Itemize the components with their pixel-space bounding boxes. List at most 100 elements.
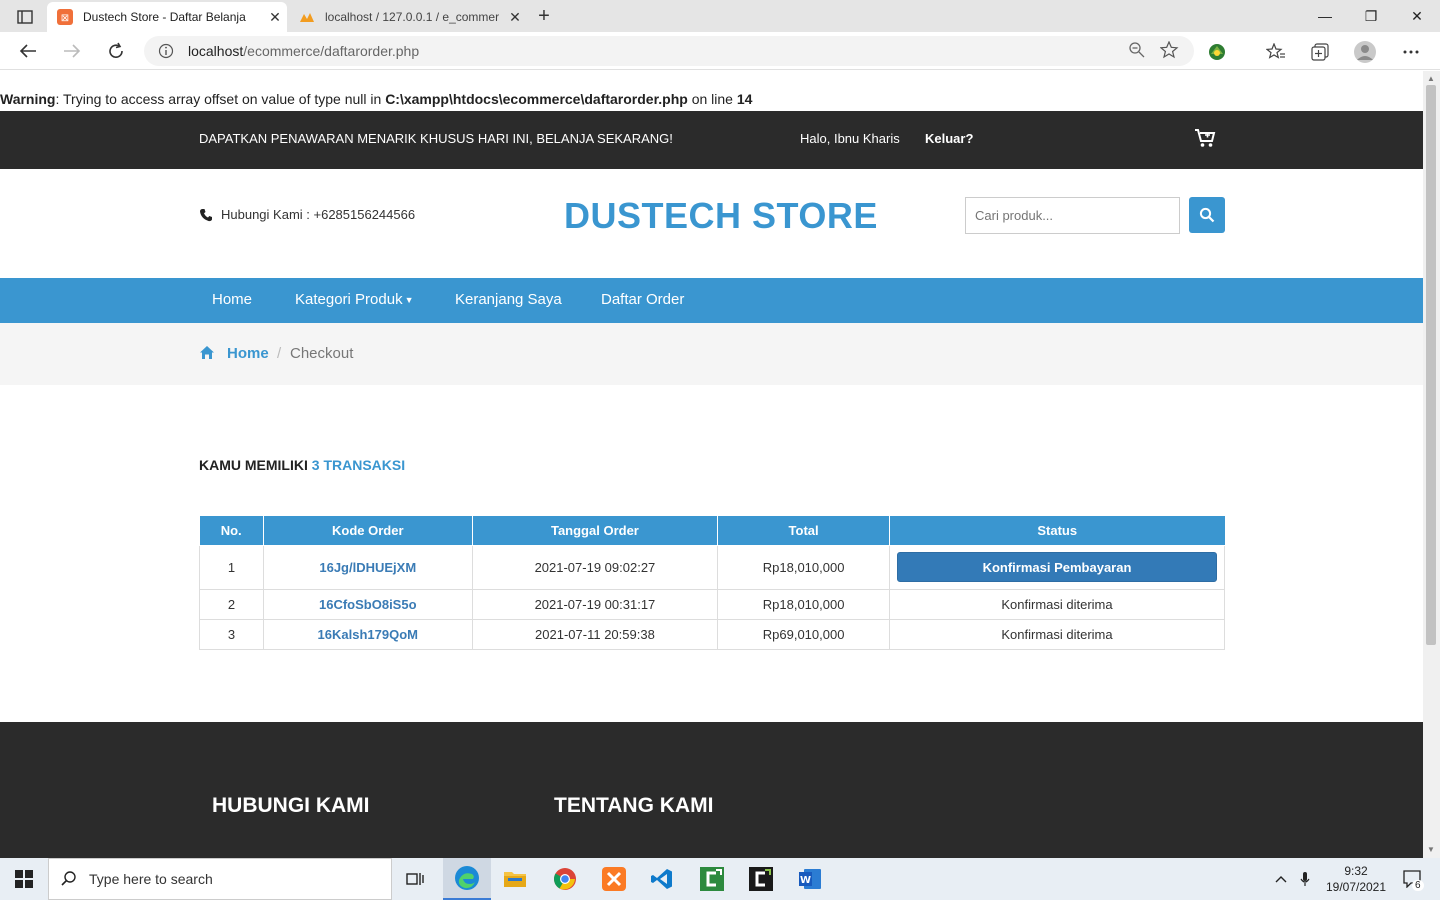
taskbar-chrome[interactable] — [541, 858, 589, 900]
add-favorite-icon[interactable] — [1159, 39, 1180, 62]
tab-close-icon[interactable]: ✕ — [263, 9, 287, 26]
back-button[interactable] — [14, 38, 42, 64]
tab-phpmyadmin[interactable]: localhost / 127.0.0.1 / e_commer ✕ — [289, 2, 527, 32]
url-host: localhost — [188, 43, 244, 59]
taskbar-edge[interactable] — [443, 858, 491, 900]
site-info-icon[interactable] — [144, 43, 188, 59]
refresh-button[interactable] — [102, 38, 130, 64]
tab-actions-button[interactable] — [10, 6, 40, 28]
task-view-icon — [406, 873, 424, 885]
tray-overflow-icon[interactable] — [1270, 858, 1292, 900]
word-icon: W — [799, 869, 821, 889]
order-code-link[interactable]: 16Jg/lDHUEjXM — [262, 544, 473, 590]
col-kode-order: Kode Order — [262, 516, 473, 546]
warning-line: 14 — [736, 91, 753, 107]
breadcrumb-home-link[interactable]: Home — [227, 345, 269, 362]
notification-count: 6 — [1412, 880, 1424, 891]
warning-file: C:\xampp\htdocs\ecommerce\daftarorder.ph… — [385, 91, 688, 107]
top-header: DAPATKAN PENAWARAN MENARIK KHUSUS HARI I… — [0, 111, 1423, 169]
search-icon — [49, 870, 89, 888]
order-total: Rp69,010,000 — [717, 618, 890, 650]
taskbar-xampp[interactable] — [590, 858, 638, 900]
nav-home[interactable]: Home — [212, 291, 252, 308]
windows-taskbar: Type here to search W 9:32 19/07/2021 6 — [0, 858, 1440, 900]
scrollbar-thumb[interactable] — [1426, 85, 1436, 645]
microphone-icon[interactable] — [1294, 858, 1316, 900]
taskbar-file-explorer[interactable] — [491, 858, 539, 900]
col-status: Status — [889, 516, 1225, 546]
nav-keranjang-saya[interactable]: Keranjang Saya — [455, 291, 562, 308]
confirm-payment-button[interactable]: Konfirmasi Pembayaran — [897, 552, 1217, 582]
close-window-button[interactable]: ✕ — [1394, 0, 1440, 32]
taskbar-vscode[interactable] — [638, 858, 686, 900]
taskbar-camtasia[interactable] — [688, 858, 736, 900]
taskbar-search-box[interactable]: Type here to search — [48, 858, 392, 900]
tab-close-icon[interactable]: ✕ — [503, 9, 527, 26]
tab-actions-icon — [17, 10, 33, 24]
url-path: /ecommerce/daftarorder.php — [243, 43, 420, 59]
col-tanggal-order: Tanggal Order — [471, 516, 719, 546]
extension-icon[interactable] — [1205, 40, 1229, 64]
minimize-button[interactable]: — — [1302, 0, 1348, 32]
summary-prefix: KAMU MEMILIKI — [199, 457, 312, 473]
cart-icon[interactable] — [1194, 128, 1216, 151]
main-nav: Home Kategori Produk ▼ Keranjang Saya Daf… — [0, 278, 1423, 323]
taskbar-camtasia-recorder[interactable] — [737, 858, 785, 900]
table-row: 3 16Kalsh179QoM 2021-07-11 20:59:38 Rp69… — [199, 618, 1225, 650]
camtasia-icon — [700, 867, 724, 891]
order-code-link[interactable]: 16CfoSbO8iS5o — [262, 588, 473, 620]
tab-dustech-store[interactable]: ⊠ Dustech Store - Daftar Belanja ✕ — [47, 2, 287, 32]
notification-center-button[interactable]: 6 — [1398, 858, 1428, 900]
order-date: 2021-07-19 00:31:17 — [471, 588, 719, 620]
start-button[interactable] — [0, 858, 48, 900]
url-field[interactable]: localhost/ecommerce/daftarorder.php — [144, 36, 1194, 66]
tab-title: Dustech Store - Daftar Belanja — [83, 10, 246, 24]
search-button[interactable] — [1189, 197, 1225, 233]
transaction-summary: KAMU MEMILIKI 3 TRANSAKSI — [199, 457, 405, 473]
breadcrumb: Home / Checkout — [0, 323, 1423, 385]
phone-text: Hubungi Kami : +6285156244566 — [221, 207, 416, 222]
more-menu-icon[interactable] — [1399, 40, 1423, 64]
collections-icon[interactable] — [1308, 40, 1332, 64]
search-icon — [1199, 207, 1215, 223]
forward-button[interactable] — [58, 38, 86, 64]
php-warning: Warning: Trying to access array offset o… — [0, 91, 752, 107]
task-view-button[interactable] — [392, 858, 440, 900]
scroll-up-icon[interactable]: ▲ — [1427, 74, 1435, 83]
nav-kategori-produk[interactable]: Kategori Produk ▼ — [295, 291, 414, 308]
page-scrollbar[interactable]: ▲ ▼ — [1423, 71, 1440, 858]
footer-heading-contact: HUBUNGI KAMI — [212, 794, 370, 817]
zoom-out-icon[interactable] — [1128, 41, 1146, 62]
promo-text: DAPATKAN PENAWARAN MENARIK KHUSUS HARI I… — [199, 131, 673, 146]
product-search-input[interactable] — [965, 197, 1180, 234]
order-no: 3 — [199, 618, 264, 650]
xampp-favicon-icon: ⊠ — [57, 9, 73, 25]
phone-icon — [200, 208, 212, 221]
system-clock[interactable]: 9:32 19/07/2021 — [1316, 863, 1396, 895]
caret-down-icon: ▼ — [404, 295, 414, 306]
new-tab-button[interactable]: + — [532, 4, 556, 28]
taskbar-word[interactable]: W — [786, 858, 834, 900]
table-row: 1 16Jg/lDHUEjXM 2021-07-19 09:02:27 Rp18… — [199, 544, 1225, 590]
store-brand[interactable]: DUSTECH STORE — [564, 195, 878, 237]
svg-text:⊠: ⊠ — [61, 13, 69, 24]
col-no: No. — [199, 516, 264, 546]
order-status: Konfirmasi Pembayaran — [889, 544, 1225, 590]
warning-label: Warning — [0, 91, 56, 107]
edge-icon — [455, 866, 479, 890]
windows-logo-icon — [15, 870, 33, 888]
profile-avatar-icon[interactable] — [1353, 40, 1377, 64]
tab-title: localhost / 127.0.0.1 / e_commer — [325, 10, 500, 24]
scroll-down-icon[interactable]: ▼ — [1427, 845, 1435, 854]
nav-daftar-order[interactable]: Daftar Order — [601, 291, 684, 308]
order-status: Konfirmasi diterima — [889, 588, 1225, 620]
favorites-icon[interactable] — [1264, 40, 1288, 64]
order-code-link[interactable]: 16Kalsh179QoM — [262, 618, 473, 650]
svg-text:W: W — [800, 875, 811, 886]
taskbar-search-placeholder: Type here to search — [89, 871, 213, 887]
logout-link[interactable]: Keluar? — [925, 131, 973, 146]
maximize-button[interactable]: ❐ — [1348, 0, 1394, 32]
order-no: 2 — [199, 588, 264, 620]
back-arrow-icon — [19, 44, 36, 58]
chrome-icon — [554, 868, 576, 890]
